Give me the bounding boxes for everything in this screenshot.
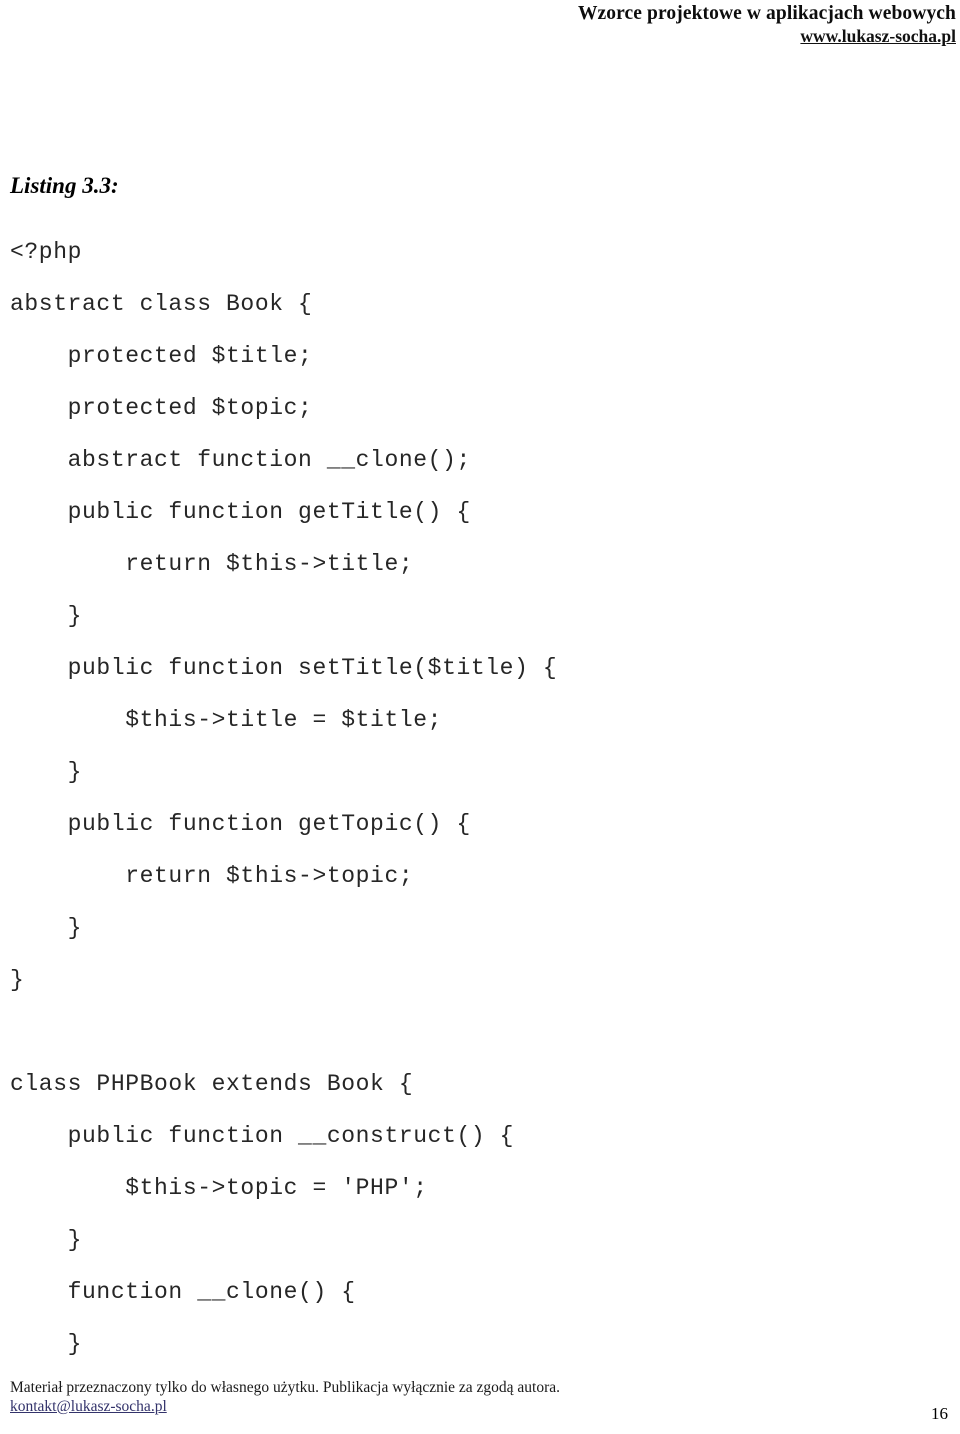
- page-number: 16: [931, 1404, 948, 1423]
- code-line: }: [10, 603, 83, 629]
- code-line: public function __construct() {: [10, 1123, 515, 1149]
- code-line: }: [10, 1227, 83, 1253]
- website-link[interactable]: www.lukasz-socha.pl: [800, 26, 956, 46]
- code-line: public function getTitle() {: [10, 499, 471, 525]
- code-line: function __clone() {: [10, 1279, 356, 1305]
- code-line: protected $title;: [10, 343, 313, 369]
- copyright-notice: Materiał przeznaczony tylko do własnego …: [10, 1379, 561, 1396]
- code-line: class PHPBook extends Book {: [10, 1071, 414, 1097]
- code-line: }: [10, 915, 83, 941]
- code-line: public function getTopic() {: [10, 811, 471, 837]
- code-line: return $this->title;: [10, 551, 414, 577]
- code-line: abstract function __clone();: [10, 447, 471, 473]
- code-line: $this->topic = 'PHP';: [10, 1175, 428, 1201]
- code-line: $this->title = $title;: [10, 707, 443, 733]
- page-header: Wzorce projektowe w aplikacjach webowych…: [0, 0, 960, 47]
- code-listing: <?php abstract class Book { protected $ti…: [10, 226, 940, 1370]
- document-title: Wzorce projektowe w aplikacjach webowych: [577, 3, 956, 24]
- code-line: }: [10, 1331, 83, 1357]
- code-line: protected $topic;: [10, 395, 313, 421]
- code-line: }: [10, 967, 25, 993]
- listing-title: Listing 3.3:: [10, 173, 119, 198]
- code-line: <?php: [10, 239, 83, 265]
- code-line: abstract class Book {: [10, 291, 313, 317]
- code-line: }: [10, 759, 83, 785]
- page-footer: Materiał przeznaczony tylko do własnego …: [10, 1378, 950, 1416]
- code-line: return $this->topic;: [10, 863, 414, 889]
- contact-email-link[interactable]: kontakt@lukasz-socha.pl: [10, 1397, 167, 1416]
- code-line: public function setTitle($title) {: [10, 655, 558, 681]
